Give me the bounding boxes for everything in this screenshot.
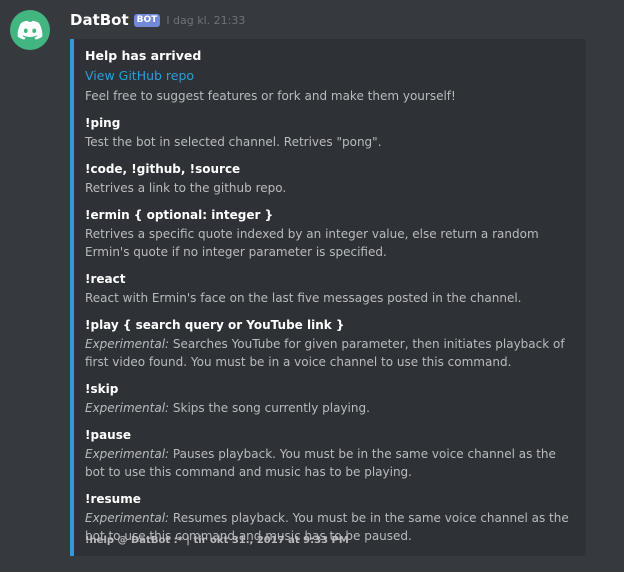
embed-field: !skip Experimental: Skips the song curre… [85,380,576,417]
timestamp: I dag kl. 21:33 [166,13,246,27]
field-value-text: Retrives a specific quote indexed by an … [85,227,539,259]
field-name: !pause [85,428,131,442]
field-name: !resume [85,492,141,506]
avatar[interactable] [10,10,50,50]
embed-field: !pause Experimental: Pauses playback. Yo… [85,426,576,481]
embed-description: Feel free to suggest features or fork an… [85,89,456,103]
embed-title: Help has arrived [85,48,202,63]
field-name: !ping [85,116,121,130]
embed-field: !ping Test the bot in selected channel. … [85,114,576,151]
chat-message: DatBot BOT I dag kl. 21:33 Help has arri… [0,0,624,572]
field-name: !code, !github, !source [85,162,241,176]
field-value: Test the bot in selected channel. Retriv… [85,133,576,151]
field-value-text: Skips the song currently playing. [169,401,370,415]
embed-footer: !help @ DatBot :* | tir okt 31., 2017 at… [85,535,349,546]
bot-tag: BOT [133,13,161,27]
embed-field: !react React with Ermin's face on the la… [85,270,576,307]
field-name: !play { search query or YouTube link } [85,318,345,332]
field-value: Experimental: Pauses playback. You must … [85,445,576,481]
field-value-text: Test the bot in selected channel. Retriv… [85,135,382,149]
discord-logo-icon [17,20,43,40]
github-repo-link[interactable]: View GitHub repo [85,66,576,86]
field-prefix: Experimental: [85,401,170,415]
field-value-text: Retrives a link to the github repo. [85,181,287,195]
field-name: !ermin { optional: integer } [85,208,274,222]
field-value: Experimental: Skips the song currently p… [85,399,576,417]
embed-field: !ermin { optional: integer } Retrives a … [85,206,576,261]
field-value: Retrives a specific quote indexed by an … [85,225,576,261]
field-value-text: React with Ermin's face on the last five… [85,291,522,305]
field-value: React with Ermin's face on the last five… [85,289,576,307]
field-value: Retrives a link to the github repo. [85,179,576,197]
message-header: DatBot BOT I dag kl. 21:33 [70,9,245,31]
embed-field: !code, !github, !source Retrives a link … [85,160,576,197]
embed: Help has arrived View GitHub repo Feel f… [70,39,586,556]
field-name: !react [85,272,126,286]
field-value: Experimental: Searches YouTube for given… [85,335,576,371]
field-prefix: Experimental: [85,337,170,351]
field-prefix: Experimental: [85,511,170,525]
field-name: !skip [85,382,119,396]
username[interactable]: DatBot [70,11,129,29]
field-prefix: Experimental: [85,447,170,461]
embed-field: !play { search query or YouTube link } E… [85,316,576,371]
